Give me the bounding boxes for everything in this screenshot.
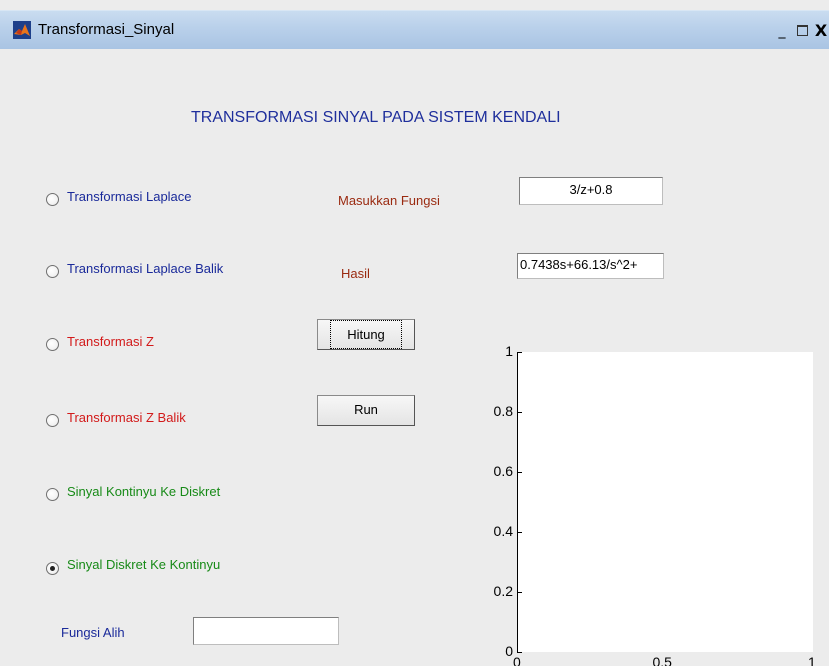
- minimize-button[interactable]: _: [774, 23, 790, 39]
- input-function-field[interactable]: 3/z+0.8: [519, 177, 663, 205]
- radio-transformasi-z-balik[interactable]: [46, 414, 59, 427]
- y-tick-mark: [517, 352, 522, 353]
- run-button[interactable]: Run: [317, 395, 415, 426]
- x-tick-label: 0: [513, 654, 521, 666]
- input-function-label: Masukkan Fungsi: [338, 193, 440, 208]
- option-label-transformasi-z: Transformasi Z: [67, 334, 154, 349]
- radio-selected-dot: [50, 566, 55, 571]
- y-tick-mark: [517, 472, 522, 473]
- run-button-label: Run: [354, 402, 378, 417]
- x-tick-label: 1: [808, 654, 816, 666]
- radio-sinyal-diskret-ke-kontinyu[interactable]: [46, 562, 59, 575]
- radio-transformasi-laplace[interactable]: [46, 193, 59, 206]
- hitung-button[interactable]: Hitung: [317, 319, 415, 350]
- y-tick-label: 0.2: [493, 583, 513, 599]
- page-title: TRANSFORMASI SINYAL PADA SISTEM KENDALI: [191, 109, 561, 126]
- option-label-transformasi-laplace: Transformasi Laplace: [67, 189, 192, 204]
- title-bar[interactable]: Transformasi_Sinyal _ X: [0, 10, 829, 49]
- transfer-function-field[interactable]: [193, 617, 339, 645]
- y-tick-mark: [517, 412, 522, 413]
- hitung-button-label: Hitung: [330, 320, 402, 349]
- y-tick-label: 0.4: [493, 523, 513, 539]
- plot-area: [517, 352, 813, 652]
- option-label-transformasi-laplace-balik: Transformasi Laplace Balik: [67, 261, 224, 276]
- maximize-icon: [796, 25, 808, 36]
- radio-transformasi-z[interactable]: [46, 338, 59, 351]
- close-button[interactable]: X: [813, 23, 829, 39]
- maximize-button[interactable]: [794, 23, 810, 39]
- y-tick-label: 1: [505, 343, 513, 359]
- option-label-sinyal-kontinyu-ke-diskret: Sinyal Kontinyu Ke Diskret: [67, 484, 221, 499]
- option-label-sinyal-diskret-ke-kontinyu: Sinyal Diskret Ke Kontinyu: [67, 557, 221, 572]
- result-label: Hasil: [341, 266, 370, 281]
- result-field[interactable]: 0.7438s+66.13/s^2+: [517, 253, 664, 279]
- y-tick-label: 0: [505, 643, 513, 659]
- option-label-transformasi-z-balik: Transformasi Z Balik: [67, 410, 186, 425]
- y-tick-label: 0.8: [493, 403, 513, 419]
- radio-sinyal-kontinyu-ke-diskret[interactable]: [46, 488, 59, 501]
- x-tick-label: 0.5: [652, 654, 672, 666]
- window-title: Transformasi_Sinyal: [38, 21, 175, 38]
- matlab-icon: [13, 21, 31, 39]
- y-tick-label: 0.6: [493, 463, 513, 479]
- transfer-function-label: Fungsi Alih: [61, 625, 125, 640]
- y-tick-mark: [517, 652, 522, 653]
- app-window: Transformasi_Sinyal _ X TRANSFORMASI SIN…: [0, 0, 829, 666]
- y-tick-mark: [517, 532, 522, 533]
- radio-transformasi-laplace-balik[interactable]: [46, 265, 59, 278]
- y-tick-mark: [517, 592, 522, 593]
